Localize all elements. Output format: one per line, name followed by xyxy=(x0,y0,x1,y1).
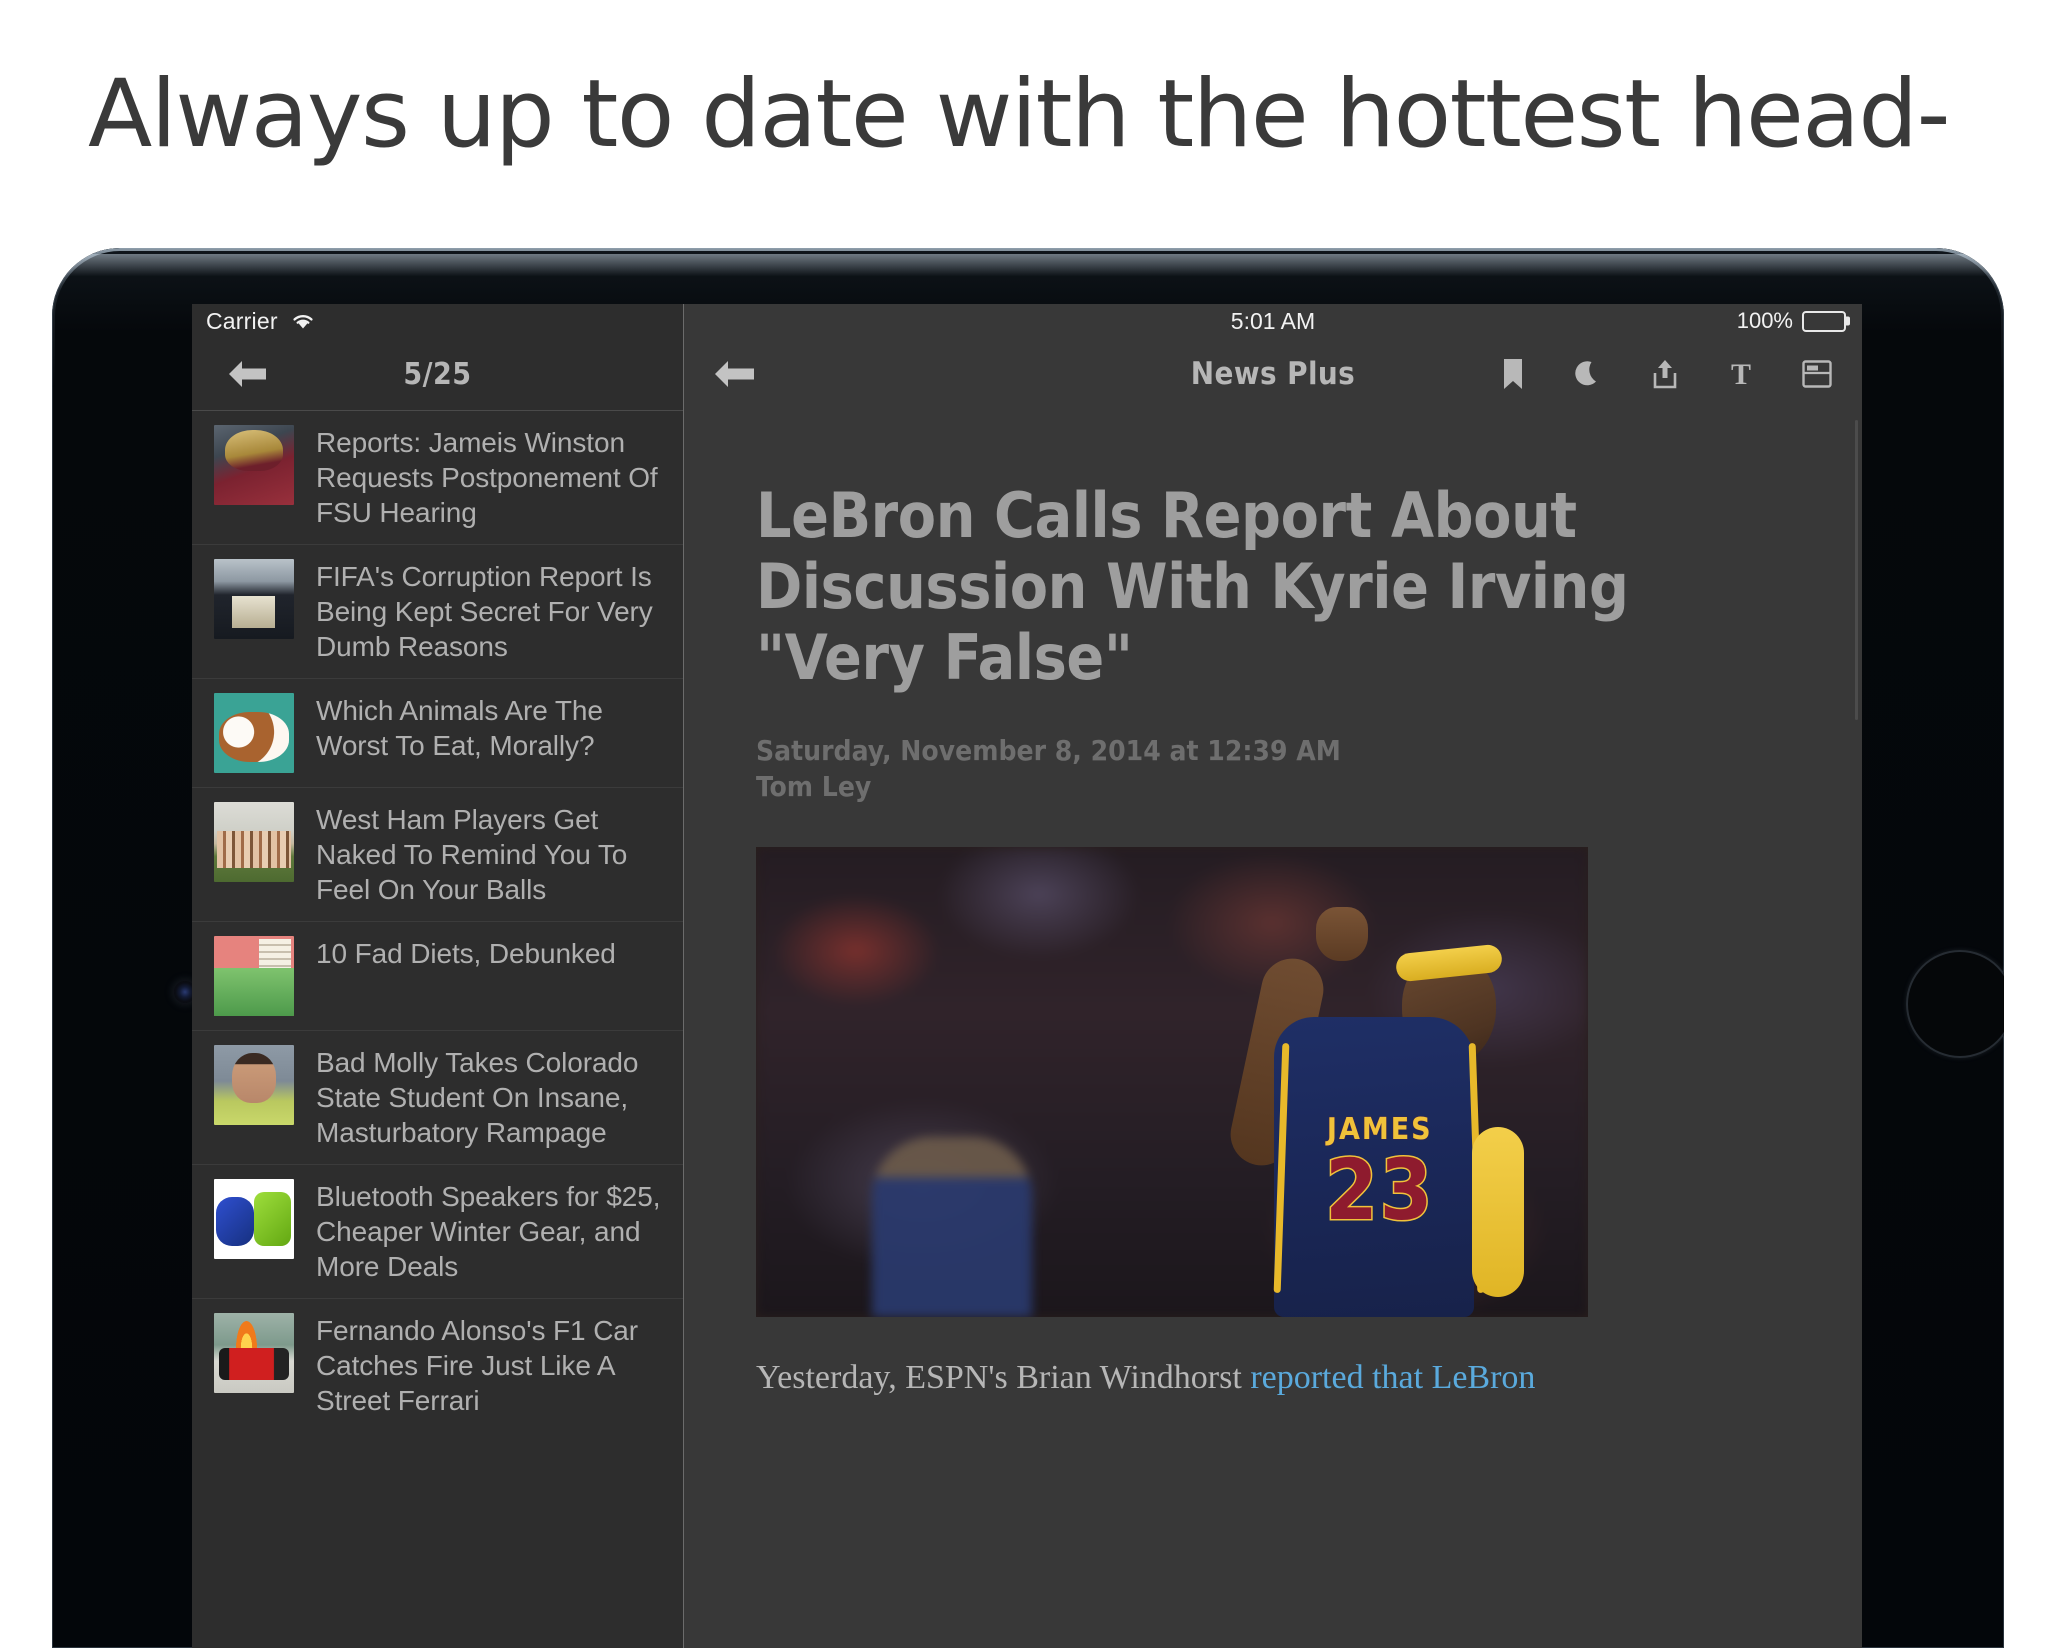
article-author: Tom Ley xyxy=(756,770,872,803)
arrow-left-icon xyxy=(715,361,754,387)
status-clock: 5:01 AM xyxy=(1230,307,1316,334)
reader-pane: 5:01 AM 100% News Plus T LeBron Calls Re… xyxy=(684,304,1862,1648)
list-item[interactable]: Bluetooth Speakers for $25, Cheaper Wint… xyxy=(192,1164,683,1298)
article-headline: LeBron Calls Report About Discussion Wit… xyxy=(756,479,1629,694)
svg-text:T: T xyxy=(1731,359,1751,389)
battery-full-icon xyxy=(1802,310,1850,332)
article-body-link[interactable]: reported that LeBron xyxy=(1250,1359,1535,1396)
lebron-james-photo: JAMES 23 xyxy=(756,847,1588,1317)
share-icon[interactable] xyxy=(1648,357,1682,391)
bezel-gloss xyxy=(60,254,1996,282)
list-item-title: FIFA's Corruption Report Is Being Kept S… xyxy=(316,561,653,662)
list-item[interactable]: FIFA's Corruption Report Is Being Kept S… xyxy=(192,544,683,678)
list-item[interactable]: Bad Molly Takes Colorado State Student O… xyxy=(192,1030,683,1164)
lebron-figure: JAMES 23 xyxy=(1224,897,1530,1317)
list-item-thumbnail xyxy=(214,1045,294,1125)
article-list[interactable]: Reports: Jameis Winston Requests Postpon… xyxy=(192,410,683,1648)
reader-toolbar: T xyxy=(1496,357,1834,391)
background-player xyxy=(872,1137,1033,1317)
wifi-icon xyxy=(290,311,316,331)
sidebar-status-bar: Carrier xyxy=(192,304,683,338)
article-meta: Saturday, November 8, 2014 at 12:39 AM T… xyxy=(756,733,1790,805)
battery-indicator: 100% xyxy=(1736,308,1850,334)
carrier-label: Carrier xyxy=(206,307,278,334)
reader-nav-bar: News Plus T xyxy=(684,338,1862,410)
list-item-thumbnail xyxy=(214,802,294,882)
promo-headline: Always up to date with the hottest head- xyxy=(88,60,1951,169)
text-size-icon[interactable]: T xyxy=(1724,357,1758,391)
sidebar: Carrier 5/25 Reports: Jameis Winston Req… xyxy=(192,304,684,1648)
list-item-title: Fernando Alonso's F1 Car Catches Fire Ju… xyxy=(316,1315,639,1416)
list-item-title: Bad Molly Takes Colorado State Student O… xyxy=(316,1047,639,1148)
scrollbar[interactable] xyxy=(1855,420,1858,720)
list-item-thumbnail xyxy=(214,1313,294,1393)
list-item-title: 10 Fad Diets, Debunked xyxy=(316,938,616,969)
list-item-thumbnail xyxy=(214,936,294,1016)
list-item-thumbnail xyxy=(214,559,294,639)
arrow-left-icon xyxy=(229,361,266,387)
list-item-thumbnail xyxy=(214,693,294,773)
ipad-device: Carrier 5/25 Reports: Jameis Winston Req… xyxy=(52,248,2004,1648)
list-item[interactable]: Fernando Alonso's F1 Car Catches Fire Ju… xyxy=(192,1298,683,1432)
list-item-title: Bluetooth Speakers for $25, Cheaper Wint… xyxy=(316,1181,661,1282)
list-item[interactable]: Reports: Jameis Winston Requests Postpon… xyxy=(192,410,683,544)
arm-sleeve xyxy=(1471,1127,1524,1297)
sidebar-back-button[interactable] xyxy=(226,357,270,391)
moon-icon[interactable] xyxy=(1572,357,1606,391)
reader-view-icon[interactable] xyxy=(1800,357,1834,391)
sidebar-nav-bar: 5/25 xyxy=(192,338,683,410)
battery-cap xyxy=(1846,316,1850,326)
list-item[interactable]: Which Animals Are The Worst To Eat, Mora… xyxy=(192,678,683,787)
list-item-title: Which Animals Are The Worst To Eat, Mora… xyxy=(316,695,603,761)
hand xyxy=(1315,907,1368,961)
list-item-title: Reports: Jameis Winston Requests Postpon… xyxy=(316,427,658,528)
ipad-screen: Carrier 5/25 Reports: Jameis Winston Req… xyxy=(192,304,1862,1648)
list-item-thumbnail xyxy=(214,1179,294,1259)
bookmark-icon[interactable] xyxy=(1496,357,1530,391)
article-date: Saturday, November 8, 2014 at 12:39 AM xyxy=(756,734,1341,767)
list-item-thumbnail xyxy=(214,425,294,505)
reader-back-button[interactable] xyxy=(712,357,758,391)
list-item-title: West Ham Players Get Naked To Remind You… xyxy=(316,804,628,905)
reader-content[interactable]: LeBron Calls Report About Discussion Wit… xyxy=(684,410,1862,1648)
battery-percent-label: 100% xyxy=(1736,308,1793,333)
article-body: Yesterday, ESPN's Brian Windhorst report… xyxy=(756,1355,1790,1401)
reader-status-bar: 5:01 AM 100% xyxy=(684,304,1862,338)
home-button[interactable] xyxy=(1906,950,2004,1058)
list-item[interactable]: West Ham Players Get Naked To Remind You… xyxy=(192,787,683,921)
list-item[interactable]: 10 Fad Diets, Debunked xyxy=(192,921,683,1030)
article-body-lead: Yesterday, ESPN's Brian Windhorst xyxy=(756,1359,1251,1396)
